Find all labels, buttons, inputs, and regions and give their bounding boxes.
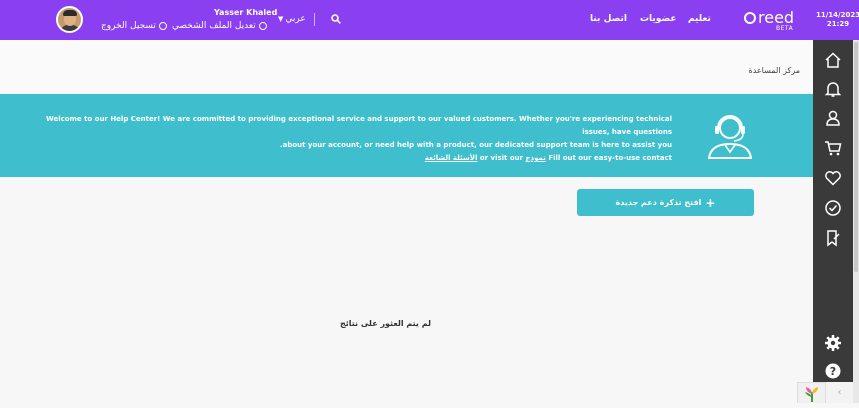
help-icon[interactable]: ?	[824, 362, 842, 380]
scrollbar[interactable]	[853, 40, 859, 403]
faq-link[interactable]: الأسئلة الشائعة	[425, 154, 478, 162]
user-icon[interactable]	[824, 109, 842, 127]
new-ticket-button[interactable]: افتح تذكرة دعم جديدة +	[577, 189, 754, 216]
heart-icon[interactable]	[824, 169, 842, 187]
support-agent-icon	[707, 115, 753, 159]
new-ticket-label: افتح تذكرة دعم جديدة	[615, 198, 702, 207]
logo-ring-icon	[744, 11, 756, 24]
svg-text:?: ?	[830, 365, 836, 378]
contact-form-link[interactable]: نموذج	[526, 154, 546, 162]
banner-line-3: Fill out our easy-to-use contact نموذج o…	[20, 152, 672, 165]
power-icon	[158, 22, 167, 30]
profile-icon	[258, 22, 267, 30]
plus-icon: +	[705, 195, 716, 210]
top-bar: Yasser Khaled تعديل الملف الشخصي تسجيل ا…	[0, 0, 859, 40]
badge-check-icon[interactable]	[824, 199, 842, 217]
avatar[interactable]	[56, 6, 83, 33]
divider	[314, 13, 315, 26]
banner-line-2: about your account, or need help with a …	[279, 141, 672, 149]
chevron-left-icon[interactable]: ‹	[826, 382, 853, 403]
banner-text: Welcome to our Help Center! We are commi…	[20, 113, 672, 165]
date-text: 11/14/2023	[816, 11, 859, 19]
edit-profile-label: تعديل الملف الشخصي	[172, 21, 256, 31]
empty-results-message: لم يتم العثور على نتائج	[340, 319, 431, 328]
banner-line-3-start: Fill out our easy-to-use contact	[548, 154, 672, 162]
user-name: Yasser Khaled	[214, 8, 278, 17]
settings-icon[interactable]	[824, 334, 842, 352]
search-icon[interactable]	[331, 14, 341, 24]
nav-contact-us[interactable]: اتصل بنا	[590, 14, 627, 24]
bell-icon[interactable]	[824, 80, 842, 98]
chat-widget[interactable]	[797, 382, 826, 403]
language-selector[interactable]: ▼ عربي	[278, 14, 306, 24]
beta-label: BETA	[776, 25, 794, 32]
logout-link[interactable]: تسجيل الخروج	[101, 21, 167, 31]
edit-profile-link[interactable]: تعديل الملف الشخصي	[172, 21, 267, 31]
nav-memberships[interactable]: عضويات	[640, 14, 676, 24]
bookmark-edit-icon[interactable]	[824, 229, 842, 247]
datetime: 11/14/2023 21:29	[816, 11, 859, 29]
banner-line-1: Welcome to our Help Center! We are commi…	[45, 115, 672, 136]
chevron-down-icon: ▼	[278, 15, 284, 23]
plant-icon	[805, 387, 818, 402]
time-text: 21:29	[826, 20, 850, 28]
banner-line-3-mid: or visit our	[479, 154, 524, 162]
breadcrumb-bar	[0, 40, 813, 94]
breadcrumb: مركز المساعدة	[748, 66, 801, 75]
language-label: عربي	[285, 14, 306, 24]
nav-education[interactable]: تعليم	[688, 14, 711, 24]
logout-label: تسجيل الخروج	[101, 21, 156, 31]
cart-icon[interactable]	[824, 139, 842, 157]
home-icon[interactable]	[824, 51, 842, 69]
